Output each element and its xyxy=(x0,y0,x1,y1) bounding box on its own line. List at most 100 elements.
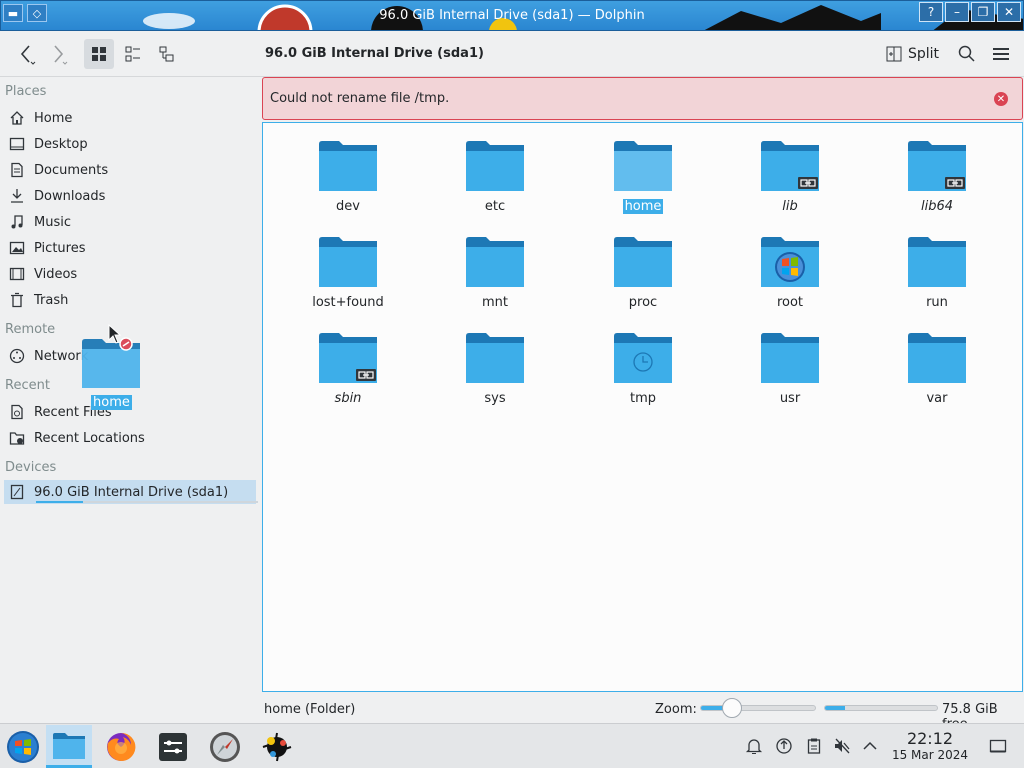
forward-button[interactable] xyxy=(44,39,72,69)
folder-item-etc[interactable]: etc xyxy=(435,139,555,231)
sidebar-item-label: Pictures xyxy=(34,240,86,256)
sidebar-item-videos[interactable]: Videos xyxy=(4,262,256,286)
music-icon xyxy=(8,213,26,231)
folder-name-text: lib xyxy=(782,199,798,214)
sidebar-item-trash[interactable]: Trash xyxy=(4,288,256,312)
clock-date: 15 Mar 2024 xyxy=(891,748,969,762)
places-section-header: Places xyxy=(5,84,47,99)
sidebar-item-downloads[interactable]: Downloads xyxy=(4,184,256,208)
folder-item-tmp[interactable]: tmp xyxy=(583,331,703,423)
folder-icon xyxy=(466,141,524,191)
status-selection-text: home (Folder) xyxy=(264,702,356,717)
folder-name-text: root xyxy=(776,295,804,310)
recent-locations-icon xyxy=(8,429,26,447)
error-message-text: Could not rename file /tmp. xyxy=(270,91,450,106)
clipboard-icon xyxy=(807,738,821,754)
back-button[interactable] xyxy=(12,39,40,69)
folder-name-text: usr xyxy=(779,391,801,406)
volume-tray-icon[interactable] xyxy=(832,736,852,756)
help-icon[interactable]: ? xyxy=(919,2,943,22)
folder-name: lib64 xyxy=(877,199,997,214)
maximize-button[interactable]: ❐ xyxy=(971,2,995,22)
folder-name-text: run xyxy=(926,295,948,310)
hamburger-menu-icon xyxy=(993,48,1009,60)
updates-tray-icon[interactable] xyxy=(774,736,794,756)
folder-item-lib[interactable]: lib xyxy=(730,139,850,231)
sidebar-item-internal-drive[interactable]: 96.0 GiB Internal Drive (sda1) xyxy=(4,480,258,504)
folder-name-text: sys xyxy=(484,391,506,406)
folder-icon xyxy=(614,141,672,191)
remote-section-header: Remote xyxy=(5,322,56,337)
sidebar-item-music[interactable]: Music xyxy=(4,210,256,234)
show-hidden-tray-icon[interactable] xyxy=(860,736,880,756)
sidebar-item-desktop[interactable]: Desktop xyxy=(4,132,256,156)
split-button[interactable]: Split xyxy=(886,39,939,69)
application-launcher-button[interactable] xyxy=(0,725,46,768)
folder-item-lost-found[interactable]: lost+found xyxy=(288,235,408,327)
folder-item-lib64[interactable]: lib64 xyxy=(877,139,997,231)
folder-item-mnt[interactable]: mnt xyxy=(435,235,555,327)
folder-app-icon xyxy=(53,733,85,759)
folder-name-text: dev xyxy=(336,199,360,214)
taskbar-settings[interactable] xyxy=(150,725,196,768)
taskbar-dolphin[interactable] xyxy=(46,725,92,768)
folder-name: proc xyxy=(583,295,703,310)
folder-name-text: sbin xyxy=(334,391,362,406)
title-bar[interactable]: ▬ ◇ 96.0 GiB Internal Drive (sda1) — Dol… xyxy=(0,0,1024,31)
folder-name-text: lost+found xyxy=(312,295,384,310)
sidebar-item-label: Desktop xyxy=(34,136,88,152)
show-desktop-button[interactable] xyxy=(988,736,1008,756)
compact-view-button[interactable] xyxy=(118,39,148,69)
search-button[interactable] xyxy=(954,39,980,69)
folder-name: lib xyxy=(730,199,850,214)
zoom-label: Zoom: xyxy=(655,702,697,717)
folder-item-var[interactable]: var xyxy=(877,331,997,423)
folder-item-run[interactable]: run xyxy=(877,235,997,327)
sidebar-item-home[interactable]: Home xyxy=(4,106,256,130)
folder-item-home[interactable]: home xyxy=(583,139,703,231)
notifications-tray-icon[interactable] xyxy=(744,736,764,756)
recent-files-icon xyxy=(8,403,26,421)
folder-name: root xyxy=(730,295,850,310)
zoom-slider-handle[interactable] xyxy=(722,698,742,718)
folder-icon xyxy=(908,333,966,383)
folder-icon xyxy=(319,237,377,287)
sidebar-item-pictures[interactable]: Pictures xyxy=(4,236,256,260)
taskbar-firefox[interactable] xyxy=(98,725,144,768)
folder-item-proc[interactable]: proc xyxy=(583,235,703,327)
minimize-button[interactable]: – xyxy=(945,2,969,22)
zoom-slider[interactable] xyxy=(700,705,816,711)
digital-clock[interactable]: 22:12 15 Mar 2024 xyxy=(885,730,975,763)
clipboard-tray-icon[interactable] xyxy=(804,736,824,756)
sidebar-item-recent-locations[interactable]: Recent Locations xyxy=(4,426,256,450)
folder-icon xyxy=(614,237,672,287)
close-error-icon[interactable]: ✕ xyxy=(994,92,1008,106)
folder-item-dev[interactable]: dev xyxy=(288,139,408,231)
folder-item-root[interactable]: root xyxy=(730,235,850,327)
close-button[interactable]: ✕ xyxy=(997,2,1021,22)
split-icon xyxy=(886,46,902,62)
free-space-fill xyxy=(825,706,845,710)
icons-view-icon xyxy=(92,47,106,61)
sidebar-item-documents[interactable]: Documents xyxy=(4,158,256,182)
details-view-button[interactable] xyxy=(152,39,182,69)
taskbar-app[interactable] xyxy=(254,725,300,768)
folder-item-sbin[interactable]: sbin xyxy=(288,331,408,423)
file-view[interactable]: dev etc home lib lib64 lost+found mnt proc root r… xyxy=(262,122,1023,692)
taskbar-safari[interactable] xyxy=(202,725,248,768)
chevron-up-icon xyxy=(863,741,877,750)
location-breadcrumb[interactable]: 96.0 GiB Internal Drive (sda1) xyxy=(265,46,484,61)
sidebar-item-label: Network xyxy=(34,348,89,364)
folder-name-text: tmp xyxy=(629,391,656,406)
menu-button[interactable] xyxy=(988,39,1014,69)
folder-name: run xyxy=(877,295,997,310)
forward-icon xyxy=(54,45,68,65)
firefox-icon xyxy=(107,732,136,761)
window-title: 96.0 GiB Internal Drive (sda1) — Dolphin xyxy=(379,8,645,23)
folder-item-usr[interactable]: usr xyxy=(730,331,850,423)
folder-item-sys[interactable]: sys xyxy=(435,331,555,423)
icons-view-button[interactable] xyxy=(84,39,114,69)
folder-icon xyxy=(614,333,672,383)
folder-icon xyxy=(761,333,819,383)
system-settings-icon xyxy=(159,732,187,761)
